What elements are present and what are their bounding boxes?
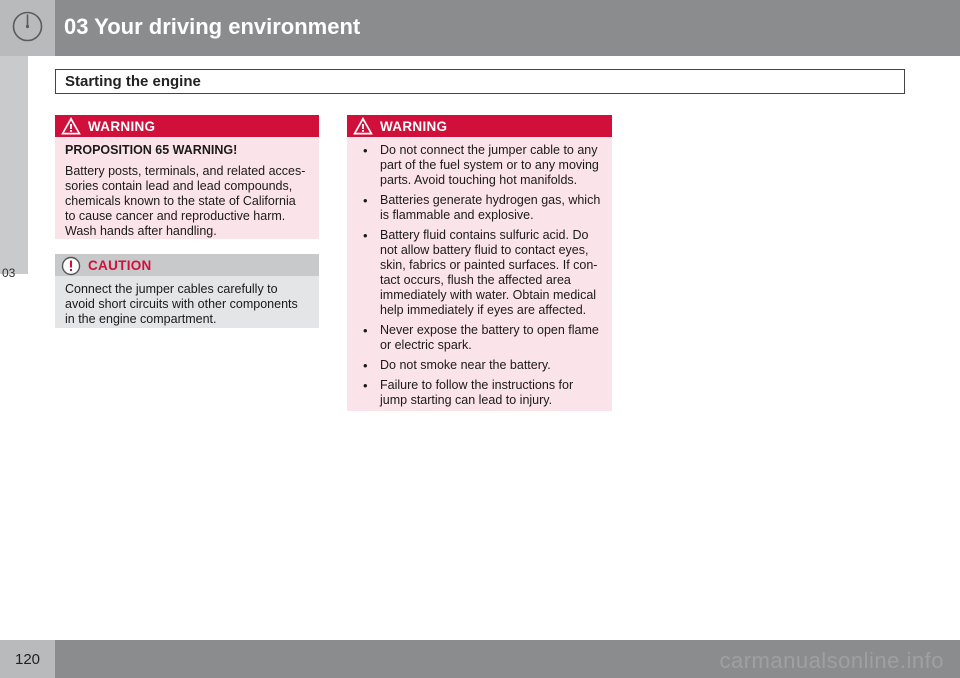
chapter-side-tab-label: 03 (2, 266, 16, 280)
chapter-side-tab: 03 (0, 56, 28, 280)
warning-bullet-list: Do not connect the jumper cable to any p… (357, 143, 602, 408)
header-icon-box (0, 0, 55, 56)
page-number: 120 (15, 651, 41, 668)
warning-triangle-icon (353, 117, 373, 135)
list-item: Never expose the battery to open flame o… (357, 323, 602, 353)
list-item: Do not connect the jumper cable to any p… (357, 143, 602, 188)
chapter-title: 03 Your driving environment (64, 14, 361, 39)
warning-triangle-icon (61, 117, 81, 135)
warning-box-header: WARNING (347, 115, 612, 137)
caution-box: CAUTION Connect the jumper cables carefu… (55, 254, 319, 328)
list-item: Do not smoke near the battery. (357, 358, 602, 373)
caution-label: CAUTION (88, 258, 152, 273)
page-header: 03 Your driving environment (0, 0, 960, 56)
warning-heading: PROPOSITION 65 WARNING! (65, 143, 238, 157)
section-title-bar: Starting the engine (55, 69, 905, 94)
warning-box-proposition-65: WARNING PROPOSITION 65 WARNING! Battery … (55, 115, 319, 239)
list-item: Battery fluid contains sulfuric acid. Do… (357, 228, 602, 318)
caution-body-text: Connect the jumper cables carefully to a… (65, 282, 298, 326)
warning-label: WARNING (88, 119, 156, 134)
page-footer: 120 carmanualsonline.info (0, 640, 960, 678)
warning-body-text: Battery posts, terminals, and related ac… (65, 164, 306, 238)
caution-exclamation-icon (61, 256, 81, 276)
warning-box-header: WARNING (55, 115, 319, 137)
warning-label: WARNING (380, 119, 448, 134)
gauge-icon (12, 11, 43, 42)
watermark: carmanualsonline.info (719, 648, 944, 673)
warning-box-jump-start: WARNING Do not connect the jumper cable … (347, 115, 612, 411)
caution-box-header: CAUTION (55, 254, 319, 276)
page-number-box: 120 (0, 640, 55, 678)
list-item: Batteries generate hydrogen gas, which i… (357, 193, 602, 223)
list-item: Failure to follow the instructions for j… (357, 378, 602, 408)
section-title: Starting the engine (65, 73, 201, 90)
